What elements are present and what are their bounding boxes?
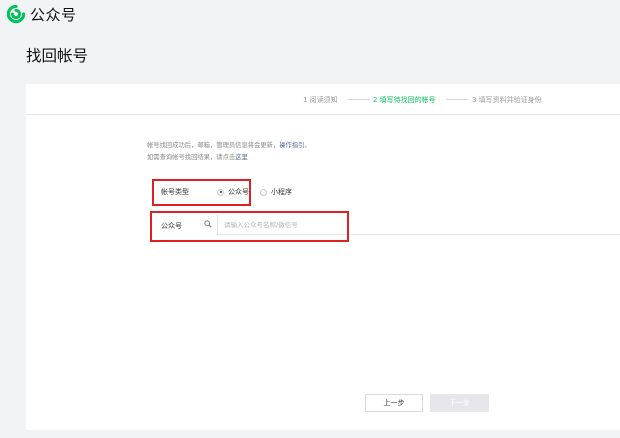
- guide-link[interactable]: 操作指引: [279, 142, 304, 149]
- next-step-button[interactable]: 下一步: [430, 394, 489, 412]
- step-2-active: 2 填写待找回的帐号: [373, 96, 436, 104]
- wechat-official-logo-icon[interactable]: [7, 5, 25, 23]
- main-card: 1 阅读须知 2 填写待找回的帐号 3 填写资料并验证身份 帐号找回成功后，邮箱…: [26, 84, 620, 430]
- radio-checked-icon[interactable]: [217, 188, 224, 196]
- notice-line-1: 帐号找回成功后，邮箱，管理员信息将会更新，操作指引。: [147, 140, 311, 152]
- account-search-input[interactable]: [217, 215, 620, 235]
- query-result-link[interactable]: 这里: [235, 154, 248, 161]
- radio-mini-program-label[interactable]: 小程序: [271, 187, 292, 197]
- notice-line-2: 如需查询帐号找回结果，请点击这里: [147, 152, 311, 164]
- step-divider: [348, 99, 370, 100]
- page-title: 找回帐号: [26, 47, 89, 65]
- notice-line-1-end: 。: [304, 142, 311, 149]
- notice-line-2-text: 如需查询帐号找回结果，请点击: [147, 154, 236, 161]
- step-divider: [446, 99, 468, 100]
- step-1: 1 阅读须知: [303, 96, 338, 104]
- notice-line-1-text: 帐号找回成功后，邮箱，管理员信息将会更新，: [147, 142, 280, 149]
- radio-official-account-label[interactable]: 公众号: [228, 187, 249, 197]
- search-icon: [204, 220, 212, 228]
- radio-official-account[interactable]: 公众号: [217, 187, 249, 197]
- search-label: 公众号: [161, 222, 182, 230]
- radio-mini-program[interactable]: 小程序: [260, 187, 292, 197]
- notice-text: 帐号找回成功后，邮箱，管理员信息将会更新，操作指引。 如需查询帐号找回结果，请点…: [147, 140, 311, 164]
- step-3: 3 填写资料并验证身份: [472, 96, 542, 104]
- account-type-label: 帐号类型: [161, 188, 189, 196]
- brand-name[interactable]: 公众号: [30, 4, 77, 25]
- step-indicator: 1 阅读须知 2 填写待找回的帐号 3 填写资料并验证身份: [26, 84, 620, 115]
- prev-step-button[interactable]: 上一步: [365, 394, 423, 412]
- top-bar: 公众号: [0, 0, 620, 28]
- radio-unchecked-icon[interactable]: [260, 188, 267, 196]
